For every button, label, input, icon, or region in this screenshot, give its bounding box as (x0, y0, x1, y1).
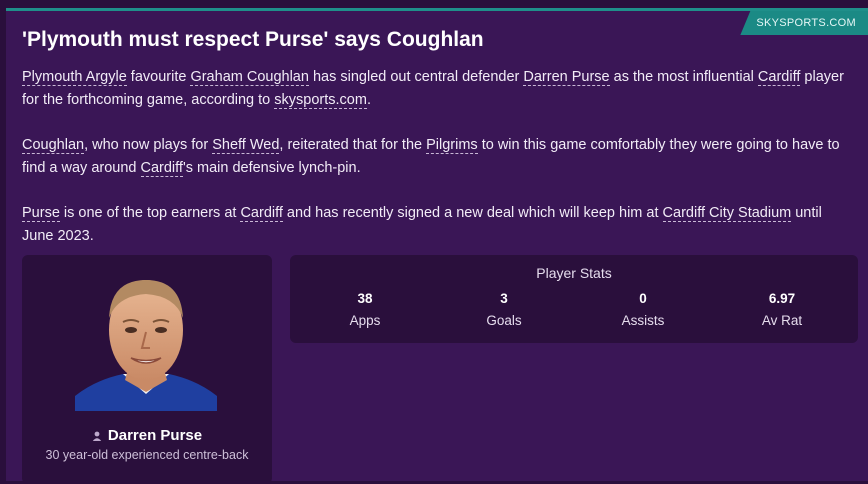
stat-value: 38 (357, 291, 373, 306)
paragraph-2: Coughlan, who now plays for Sheff Wed, r… (22, 134, 854, 180)
article-text: favourite (126, 69, 191, 85)
article-text: , reiterated that for the (279, 137, 427, 153)
article-link[interactable]: Pilgrims (426, 137, 478, 154)
article-text: is one of the top earners at (59, 205, 241, 221)
article-text: and has recently signed a new deal which… (282, 205, 663, 221)
article-link[interactable]: skysports.com (274, 92, 367, 109)
player-photo[interactable] (75, 268, 217, 411)
article-link[interactable]: Cardiff (757, 69, 801, 86)
article-body: Plymouth Argyle favourite Graham Coughla… (22, 66, 854, 270)
article-link[interactable]: Sheff Wed (212, 137, 280, 154)
player-name[interactable]: Darren Purse (22, 427, 272, 444)
stat-apps: 38 Apps (305, 291, 425, 328)
paragraph-1: Plymouth Argyle favourite Graham Coughla… (22, 66, 854, 112)
stat-av-rat: 6.97 Av Rat (722, 291, 842, 328)
stat-value: 0 (639, 291, 647, 306)
player-name-text: Darren Purse (107, 427, 203, 444)
player-stats-card: Player Stats 38 Apps 3 Goals 0 Assists 6… (290, 255, 858, 343)
headline: 'Plymouth must respect Purse' says Cough… (22, 28, 484, 51)
article-link[interactable]: Darren Purse (523, 69, 610, 86)
stat-value: 3 (500, 291, 508, 306)
person-icon (92, 431, 102, 442)
player-card: Darren Purse 30 year-old experienced cen… (22, 255, 272, 484)
stat-label: Goals (486, 313, 522, 328)
stat-label: Apps (349, 313, 381, 328)
article-link[interactable]: Cardiff (140, 160, 183, 177)
stat-label: Av Rat (761, 313, 803, 328)
news-panel: SKYSPORTS.COM 'Plymouth must respect Pur… (6, 8, 868, 484)
player-description: 30 year-old experienced centre-back (45, 448, 249, 462)
article-link[interactable]: Plymouth Argyle (22, 69, 127, 86)
stats-title: Player Stats (536, 265, 612, 281)
stat-goals: 3 Goals (444, 291, 564, 328)
paragraph-3: Purse is one of the top earners at Cardi… (22, 202, 854, 248)
article-text: . (366, 92, 371, 108)
article-text: as the most influential (609, 69, 758, 85)
article-link[interactable]: Cardiff (240, 205, 283, 222)
article-link[interactable]: Coughlan (22, 137, 85, 154)
article-text: 's main defensive lynch-pin. (182, 160, 361, 176)
article-link[interactable]: Purse (22, 205, 60, 222)
article-text: has singled out central defender (308, 69, 524, 85)
stat-label: Assists (621, 313, 665, 328)
stat-assists: 0 Assists (583, 291, 703, 328)
source-tag[interactable]: SKYSPORTS.COM (740, 11, 868, 35)
article-text: , who now plays for (84, 137, 213, 153)
article-link[interactable]: Cardiff City Stadium (662, 205, 792, 222)
stat-value: 6.97 (768, 291, 796, 306)
article-link[interactable]: Graham Coughlan (190, 69, 309, 86)
